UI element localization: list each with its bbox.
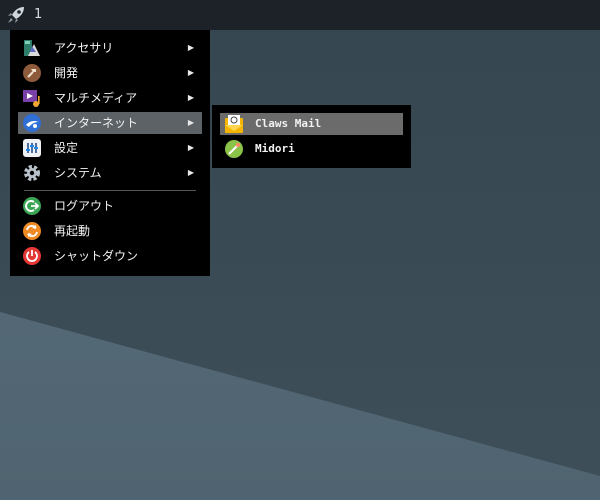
accessories-icon: [22, 38, 42, 58]
workspace-number[interactable]: 1: [34, 7, 42, 22]
menu-item-label: ログアウト: [54, 199, 115, 213]
submenu-arrow-icon: ▶: [187, 168, 194, 177]
internet-submenu: Claws Mail Midori: [212, 105, 411, 168]
top-panel: 1: [0, 0, 600, 30]
submenu-item-claws-mail[interactable]: Claws Mail: [220, 113, 403, 135]
browser-icon: [224, 139, 244, 159]
menu-item-internet[interactable]: インターネット ▶: [18, 112, 202, 134]
menu-item-label: 再起動: [54, 224, 91, 238]
menu-item-label: システム: [54, 166, 102, 180]
menu-item-label: 開発: [54, 66, 79, 80]
application-menu: アクセサリ ▶ 開発 ▶ マルチメディア ▶ インターネット ▶ 設定 ▶ シス…: [10, 30, 210, 276]
submenu-arrow-icon: ▶: [187, 118, 194, 127]
menu-item-settings[interactable]: 設定 ▶: [18, 137, 202, 159]
menu-item-multimedia[interactable]: マルチメディア ▶: [18, 87, 202, 109]
submenu-arrow-icon: ▶: [187, 43, 194, 52]
settings-icon: [22, 138, 42, 158]
multimedia-icon: [22, 88, 42, 108]
reboot-icon: [22, 221, 42, 241]
submenu-arrow-icon: ▶: [187, 143, 194, 152]
menu-item-label: 設定: [54, 141, 79, 155]
menu-separator: [24, 190, 196, 191]
submenu-item-midori[interactable]: Midori: [220, 138, 403, 160]
submenu-item-label: Midori: [255, 142, 295, 155]
submenu-arrow-icon: ▶: [187, 93, 194, 102]
menu-item-accessories[interactable]: アクセサリ ▶: [18, 37, 202, 59]
shutdown-icon: [22, 246, 42, 266]
menu-item-label: マルチメディア: [54, 91, 138, 105]
menu-item-reboot[interactable]: 再起動: [18, 220, 202, 242]
mail-icon: [224, 114, 244, 134]
menu-item-system[interactable]: システム ▶: [18, 162, 202, 184]
menu-item-label: インターネット: [54, 116, 139, 130]
menu-item-shutdown[interactable]: シャットダウン: [18, 245, 202, 267]
logout-icon: [22, 196, 42, 216]
submenu-item-label: Claws Mail: [255, 117, 322, 130]
menu-item-logout[interactable]: ログアウト: [18, 195, 202, 217]
development-icon: [22, 63, 42, 83]
rocket-icon[interactable]: [5, 4, 27, 26]
submenu-arrow-icon: ▶: [187, 68, 194, 77]
menu-item-label: アクセサリ: [54, 41, 114, 55]
internet-icon: [22, 113, 42, 133]
menu-item-development[interactable]: 開発 ▶: [18, 62, 202, 84]
menu-item-label: シャットダウン: [54, 249, 139, 263]
system-icon: [22, 163, 42, 183]
